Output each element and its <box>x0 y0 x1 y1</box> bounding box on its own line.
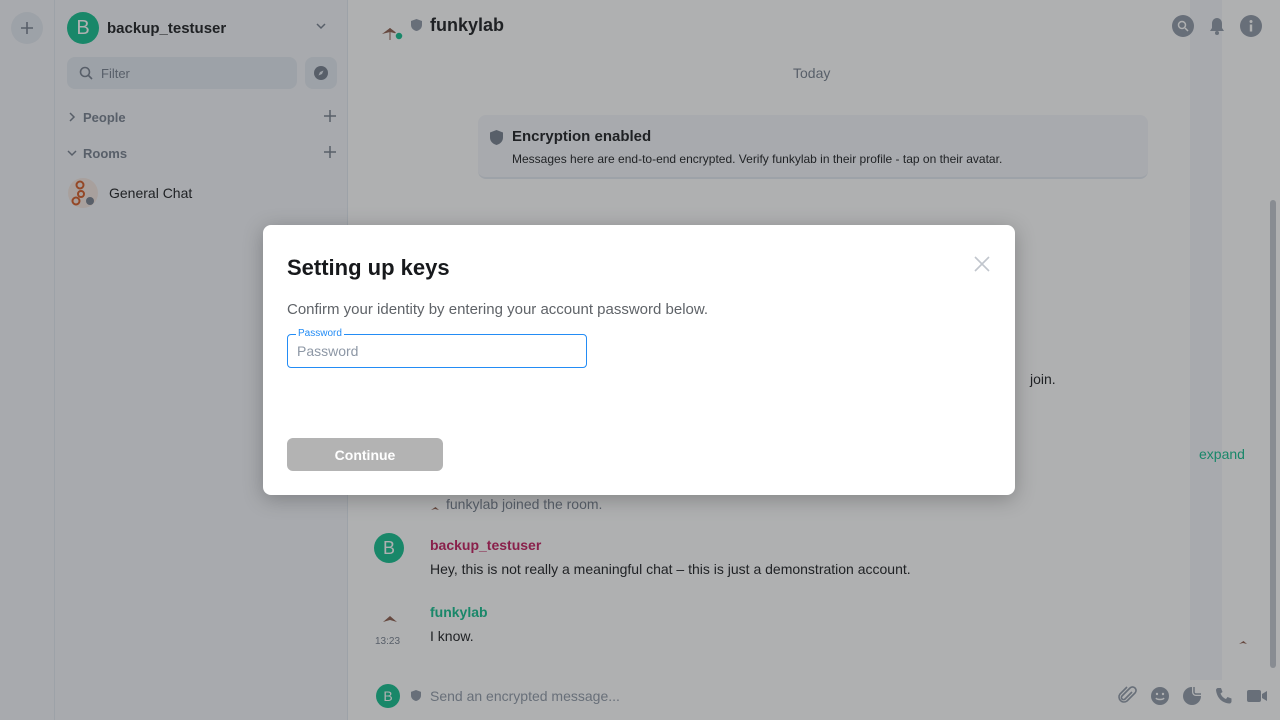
dialog-description: Confirm your identity by entering your a… <box>287 301 709 318</box>
close-button[interactable] <box>973 255 995 277</box>
dialog-title: Setting up keys <box>287 255 450 280</box>
password-input[interactable] <box>288 335 586 367</box>
password-field: Password <box>287 328 587 368</box>
close-icon <box>974 256 990 272</box>
continue-button[interactable]: Continue <box>287 438 443 471</box>
setup-keys-dialog: Setting up keys Confirm your identity by… <box>263 225 1015 495</box>
